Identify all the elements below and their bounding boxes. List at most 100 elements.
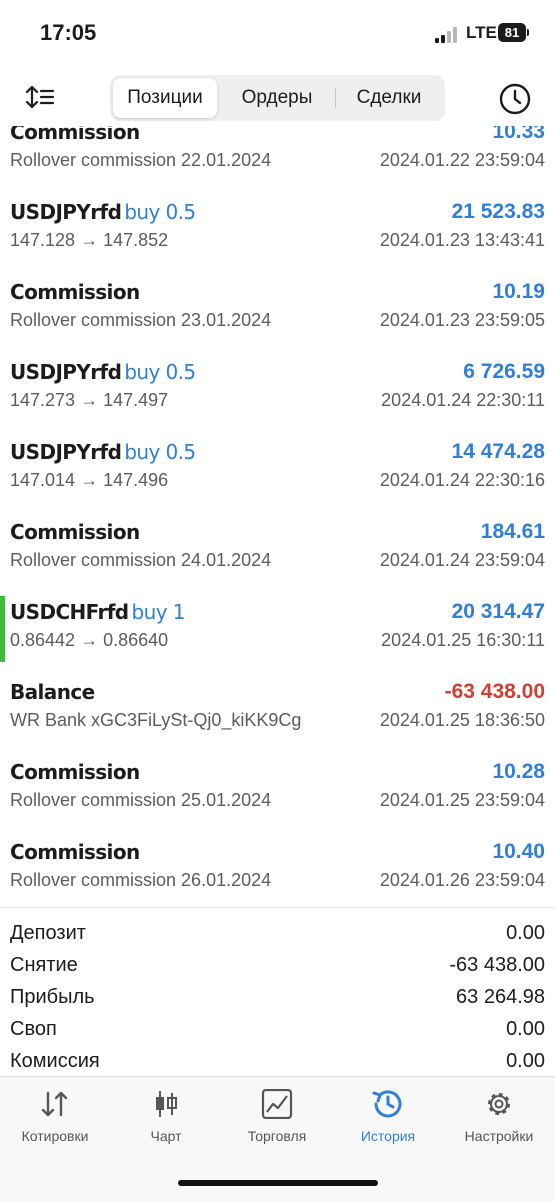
deal-time: 2024.01.24 22:30:16	[379, 470, 545, 490]
deal-detail: Rollover commission 24.01.2024	[10, 550, 272, 570]
deal-symbol: USDJPYrfd buy 0.5	[10, 360, 196, 384]
deal-symbol: Commission	[10, 280, 140, 304]
sort-icon[interactable]	[24, 82, 56, 112]
tab-orders[interactable]: Ордеры	[221, 78, 333, 118]
summary-value: 63 264.98	[456, 986, 545, 1008]
deal-time: 2024.01.25 18:36:50	[379, 710, 545, 730]
deal-time: 2024.01.23 23:59:05	[379, 310, 545, 330]
trade-icon	[261, 1089, 293, 1119]
list-item[interactable]: Balance WR Bank xGC3FiLySt-Qj0_kiKK9Cg -…	[0, 680, 555, 760]
list-item[interactable]: Commission Rollover commission 24.01.202…	[0, 520, 555, 600]
status-time: 17:05	[40, 20, 97, 45]
deal-detail: Rollover commission 26.01.2024	[10, 870, 272, 890]
deal-detail: 147.128 → 147.852	[10, 230, 169, 250]
tab-label: Котировки	[21, 1128, 89, 1144]
deal-amount: 184.61	[480, 520, 545, 543]
network-type: LTE	[466, 23, 497, 42]
segment-divider	[335, 88, 336, 108]
summary-profit: Прибыль 63 264.98	[0, 984, 555, 1016]
list-item[interactable]: Commission Rollover commission 22.01.202…	[0, 126, 555, 200]
deal-amount: 21 523.83	[451, 200, 545, 223]
list-item[interactable]: USDJPYrfd buy 0.5 147.128 → 147.852 21 52…	[0, 200, 555, 280]
summary-label: Снятие	[10, 954, 78, 976]
deal-amount: -63 438.00	[444, 680, 545, 703]
list-item[interactable]: USDCHFrfd buy 1 0.86442 → 0.86640 20 314.…	[0, 596, 555, 680]
summary-value: 0.00	[506, 922, 545, 944]
deal-side: buy 0.5	[124, 360, 196, 384]
tab-positions[interactable]: Позиции	[113, 78, 217, 118]
list-item[interactable]: Commission Rollover commission 25.01.202…	[0, 760, 555, 840]
tab-chart[interactable]: Чарт	[111, 1089, 221, 1159]
deal-side: buy 0.5	[124, 200, 196, 224]
status-bar: 17:05 LTE 81	[0, 0, 555, 70]
deal-time: 2024.01.22 23:59:04	[379, 150, 545, 170]
summary-value: -63 438.00	[449, 954, 545, 976]
toolbar: Позиции Ордеры Сделки	[0, 70, 555, 126]
deal-symbol: Commission	[10, 760, 140, 784]
deal-amount: 10.19	[492, 280, 545, 303]
list-item[interactable]: USDJPYrfd buy 0.5 147.273 → 147.497 6 726…	[0, 360, 555, 440]
deal-side: buy 0.5	[124, 440, 196, 464]
tab-label: Торговля	[247, 1128, 307, 1144]
clock-icon[interactable]	[498, 82, 532, 116]
deal-symbol: USDJPYrfd buy 0.5	[10, 200, 196, 224]
deal-symbol: Commission	[10, 520, 140, 544]
summary-value: 0.00	[506, 1050, 545, 1072]
summary-swap: Своп 0.00	[0, 1016, 555, 1048]
summary-deposit: Депозит 0.00	[0, 920, 555, 952]
deal-symbol: USDCHFrfd buy 1	[10, 600, 185, 624]
deal-symbol: USDJPYrfd buy 0.5	[10, 440, 196, 464]
deal-detail: 147.273 → 147.497	[10, 390, 169, 410]
deal-time: 2024.01.24 23:59:04	[379, 550, 545, 570]
tab-quotes[interactable]: Котировки	[0, 1089, 110, 1159]
battery-icon: 81	[498, 23, 526, 42]
summary-label: Прибыль	[10, 986, 95, 1008]
deal-symbol: Commission	[10, 126, 140, 144]
deal-amount: 14 474.28	[451, 440, 545, 463]
list-item[interactable]: USDJPYrfd buy 0.5 147.014 → 147.496 14 47…	[0, 440, 555, 520]
deal-side: buy 1	[131, 600, 186, 624]
tab-history[interactable]: История	[333, 1089, 443, 1159]
battery-tip	[527, 29, 529, 36]
settings-icon	[488, 1093, 510, 1115]
deal-amount: 10.28	[492, 760, 545, 783]
deal-amount: 20 314.47	[451, 600, 545, 623]
deal-amount: 10.33	[492, 126, 545, 143]
tab-label: Настройки	[464, 1128, 534, 1144]
deal-detail: Rollover commission 23.01.2024	[10, 310, 272, 330]
summary-label: Своп	[10, 1018, 57, 1040]
chart-icon	[156, 1091, 177, 1117]
deal-detail: WR Bank xGC3FiLySt-Qj0_kiKK9Cg	[10, 710, 302, 730]
deal-detail: Rollover commission 25.01.2024	[10, 790, 272, 810]
tab-trade[interactable]: Торговля	[222, 1089, 332, 1159]
deal-detail: 147.014 → 147.496	[10, 470, 169, 490]
deal-symbol: Balance	[10, 680, 95, 704]
deal-amount: 6 726.59	[463, 360, 545, 383]
tab-label: Чарт	[150, 1128, 182, 1144]
deal-time: 2024.01.25 23:59:04	[379, 790, 545, 810]
deals-list[interactable]: Commission Rollover commission 22.01.202…	[0, 126, 555, 908]
history-icon	[372, 1090, 402, 1118]
deal-time: 2024.01.23 13:43:41	[379, 230, 545, 250]
list-item[interactable]: Commission Rollover commission 23.01.202…	[0, 280, 555, 360]
summary-label: Депозит	[10, 922, 86, 944]
summary-panel: Депозит 0.00 Снятие -63 438.00 Прибыль 6…	[0, 907, 555, 1078]
tab-label: История	[360, 1128, 416, 1144]
deal-time: 2024.01.24 22:30:11	[381, 390, 545, 410]
tab-settings[interactable]: Настройки	[444, 1089, 554, 1159]
deal-amount: 10.40	[492, 840, 545, 863]
deal-detail: Rollover commission 22.01.2024	[10, 150, 272, 170]
deal-detail: 0.86442 → 0.86640	[10, 630, 169, 650]
quotes-icon	[41, 1091, 68, 1117]
selected-marker	[0, 596, 5, 662]
summary-label: Комиссия	[10, 1050, 100, 1072]
deal-time: 2024.01.26 23:59:04	[379, 870, 545, 890]
summary-value: 0.00	[506, 1018, 545, 1040]
signal-icon	[435, 27, 461, 43]
deal-time: 2024.01.25 16:30:11	[381, 630, 545, 650]
history-segmented-control: Позиции Ордеры Сделки	[110, 75, 445, 121]
tab-deals[interactable]: Сделки	[337, 78, 441, 118]
summary-withdrawal: Снятие -63 438.00	[0, 952, 555, 984]
deal-symbol: Commission	[10, 840, 140, 864]
list-item[interactable]: Commission Rollover commission 26.01.202…	[0, 840, 555, 908]
